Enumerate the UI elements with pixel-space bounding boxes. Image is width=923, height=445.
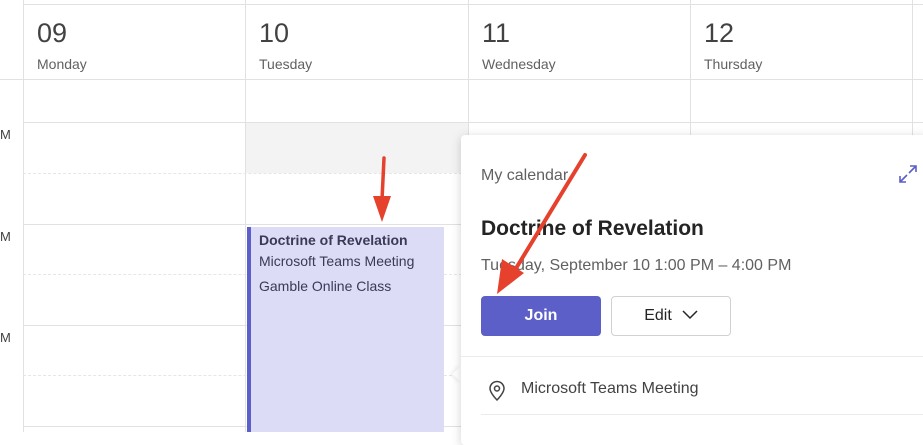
popup-event-time: Tuesday, September 10 1:00 PM – 4:00 PM — [481, 257, 792, 274]
expand-icon[interactable] — [897, 163, 919, 185]
calendar-name: My calendar — [481, 167, 569, 184]
edit-button-label: Edit — [644, 307, 672, 324]
day-name: Thursday — [704, 56, 763, 72]
chevron-down-icon — [682, 307, 698, 325]
divider — [461, 356, 923, 357]
event-title: Doctrine of Revelation — [259, 232, 408, 248]
header-bottom-border — [0, 79, 923, 80]
event-location: Microsoft Teams Meeting — [259, 253, 415, 269]
popup-location[interactable]: Microsoft Teams Meeting — [521, 380, 699, 398]
hour-line — [23, 122, 923, 123]
edit-button[interactable]: Edit — [611, 296, 731, 336]
day-column-divider — [245, 0, 246, 432]
time-label: M — [0, 229, 11, 244]
event-organizer: Gamble Online Class — [259, 278, 392, 294]
day-name: Tuesday — [259, 56, 313, 72]
calendar-event-block[interactable]: Doctrine of Revelation Microsoft Teams M… — [247, 227, 444, 432]
header-top-border — [23, 4, 923, 5]
day-number: 10 — [259, 18, 290, 48]
day-number: 09 — [37, 18, 68, 48]
divider — [481, 414, 923, 415]
time-label: M — [0, 330, 11, 345]
day-name: Wednesday — [482, 56, 556, 72]
time-label: M — [0, 127, 11, 142]
selected-time-slot[interactable] — [246, 123, 468, 173]
day-number: 11 — [482, 18, 511, 48]
day-number: 12 — [704, 18, 735, 48]
join-button[interactable]: Join — [481, 296, 601, 336]
location-pin-icon — [487, 380, 507, 402]
event-details-popup: My calendar Doctrine of Revelation Tuesd… — [461, 135, 923, 445]
time-gutter-divider — [23, 0, 24, 432]
day-name: Monday — [37, 56, 87, 72]
popup-event-title: Doctrine of Revelation — [481, 217, 704, 240]
